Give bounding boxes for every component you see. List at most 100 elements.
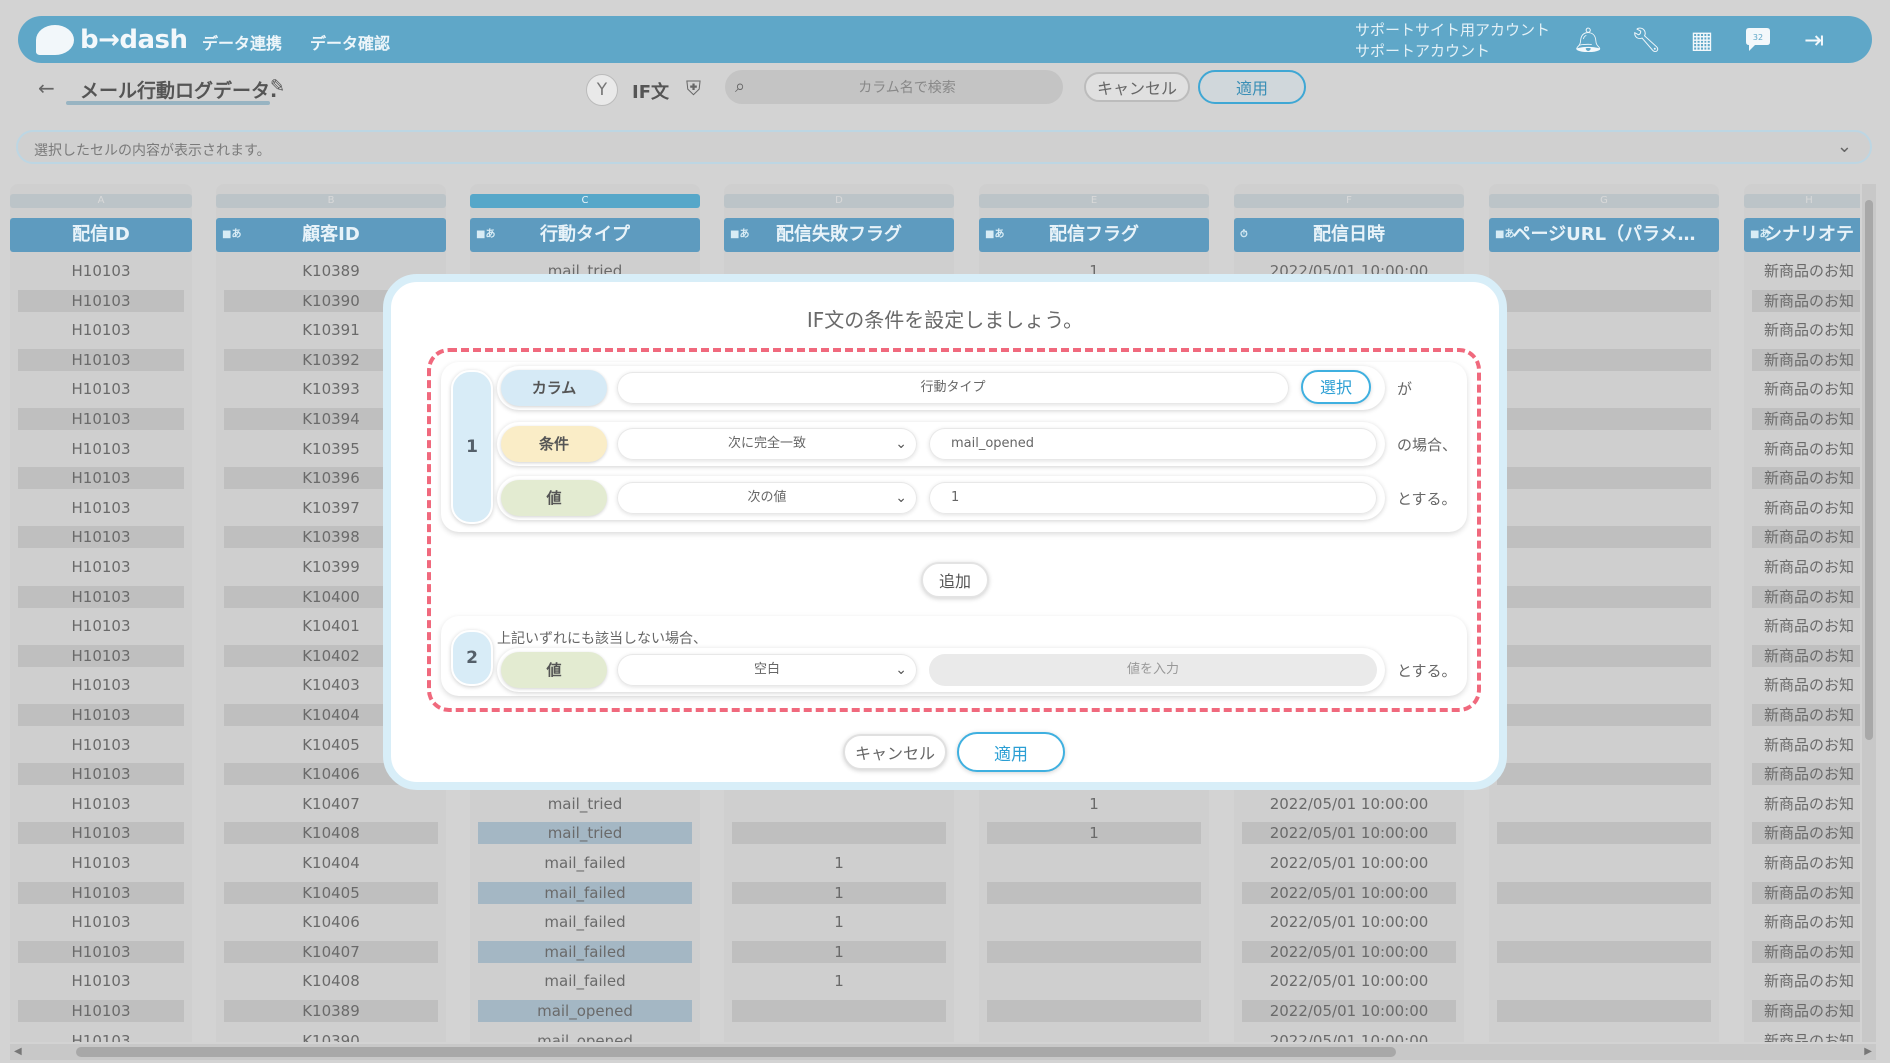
table-cell[interactable]: 新商品のお知 (1752, 644, 1860, 667)
table-cell[interactable]: 1 (987, 822, 1201, 845)
table-cell[interactable] (987, 911, 1201, 933)
toolbar-cancel-button[interactable]: キャンセル (1084, 72, 1190, 102)
table-cell[interactable]: 新商品のお知 (1752, 526, 1860, 549)
table-cell[interactable]: 2022/05/01 10:00:00 (1242, 852, 1456, 874)
table-cell[interactable]: 新商品のお知 (1752, 940, 1860, 963)
logout-icon[interactable]: ⇥ (1798, 25, 1830, 55)
table-cell[interactable]: 新商品のお知 (1752, 970, 1860, 992)
scroll-right-icon[interactable]: ▶ (1864, 1046, 1872, 1057)
chat-icon[interactable]: 32 (1742, 25, 1774, 55)
table-cell[interactable] (1497, 734, 1711, 756)
table-cell[interactable]: 2022/05/01 10:00:00 (1242, 970, 1456, 992)
chevron-down-icon[interactable]: ⌄ (1837, 136, 1852, 157)
table-cell[interactable]: H10103 (18, 467, 184, 490)
table-cell[interactable] (1497, 260, 1711, 282)
table-cell[interactable]: mail_failed (478, 852, 692, 874)
column-header[interactable]: ■あ シナリオテ (1744, 218, 1860, 252)
match-value-input[interactable]: mail_opened (929, 428, 1377, 460)
table-cell[interactable] (1497, 793, 1711, 815)
table-cell[interactable]: H10103 (18, 348, 184, 371)
else-value-input[interactable]: 値を入力 (929, 654, 1377, 686)
table-cell[interactable]: 新商品のお知 (1752, 704, 1860, 726)
table-cell[interactable] (1497, 408, 1711, 430)
table-cell[interactable] (732, 1000, 946, 1022)
table-cell[interactable]: K10407 (224, 940, 438, 963)
horizontal-scrollbar[interactable]: ◀ ▶ (10, 1044, 1876, 1060)
table-cell[interactable]: 新商品のお知 (1752, 763, 1860, 786)
table-cell[interactable]: 1 (732, 970, 946, 992)
column-field[interactable]: 行動タイプ (617, 372, 1289, 404)
table-cell[interactable]: 1 (732, 852, 946, 874)
table-cell[interactable] (732, 822, 946, 845)
table-cell[interactable]: H10103 (18, 497, 184, 519)
table-cell[interactable]: H10103 (18, 911, 184, 933)
table-cell[interactable] (1497, 881, 1711, 904)
table-cell[interactable]: H10103 (18, 615, 184, 637)
table-cell[interactable] (1497, 615, 1711, 637)
table-cell[interactable]: H10103 (18, 408, 184, 430)
cell-content-viewer[interactable]: 選択したセルの内容が表示されます。 ⌄ (16, 130, 1872, 164)
table-cell[interactable]: 2022/05/01 10:00:00 (1242, 881, 1456, 904)
table-cell[interactable]: 新商品のお知 (1752, 793, 1860, 815)
table-cell[interactable]: 新商品のお知 (1752, 1000, 1860, 1022)
table-cell[interactable] (1497, 438, 1711, 460)
table-cell[interactable]: H10103 (18, 319, 184, 341)
table-cell[interactable]: 新商品のお知 (1752, 378, 1860, 400)
column-letter[interactable]: D (724, 194, 954, 208)
table-cell[interactable]: 1 (732, 911, 946, 933)
back-arrow-icon[interactable]: ← (38, 76, 55, 100)
table-cell[interactable] (732, 1030, 946, 1042)
column-letter[interactable]: G (1489, 194, 1719, 208)
column-letter[interactable]: H (1744, 194, 1860, 208)
branch-icon[interactable]: Y (586, 74, 618, 106)
table-cell[interactable]: mail_opened (478, 1000, 692, 1022)
table-cell[interactable]: 新商品のお知 (1752, 319, 1860, 341)
table-cell[interactable]: 2022/05/01 10:00:00 (1242, 1030, 1456, 1042)
table-cell[interactable] (987, 940, 1201, 963)
table-cell[interactable]: K10390 (224, 1030, 438, 1042)
apps-grid-icon[interactable]: ▦ (1686, 25, 1718, 55)
column-letter[interactable]: E (979, 194, 1209, 208)
value-input[interactable]: 1 (929, 482, 1377, 514)
table-cell[interactable] (1497, 940, 1711, 963)
select-column-button[interactable]: 選択 (1301, 370, 1371, 404)
table-cell[interactable] (1497, 704, 1711, 726)
table-cell[interactable] (987, 852, 1201, 874)
add-condition-button[interactable]: 追加 (921, 562, 989, 598)
table-cell[interactable]: H10103 (18, 1000, 184, 1022)
column-header[interactable]: 配信ID (10, 218, 192, 252)
table-cell[interactable] (1497, 467, 1711, 490)
table-cell[interactable] (1497, 1030, 1711, 1042)
table-cell[interactable]: 新商品のお知 (1752, 408, 1860, 430)
else-value-mode-select[interactable]: 空白 ⌄ (617, 654, 917, 686)
table-cell[interactable]: 2022/05/01 10:00:00 (1242, 793, 1456, 815)
dialog-cancel-button[interactable]: キャンセル (843, 734, 947, 770)
table-cell[interactable]: mail_tried (478, 793, 692, 815)
table-cell[interactable]: 2022/05/01 10:00:00 (1242, 1000, 1456, 1022)
operator-select[interactable]: 次に完全一致 ⌄ (617, 428, 917, 460)
table-cell[interactable]: H10103 (18, 556, 184, 578)
table-cell[interactable]: mail_failed (478, 940, 692, 963)
app-logo[interactable]: b→dash (36, 23, 188, 57)
search-input[interactable] (765, 76, 1049, 100)
table-cell[interactable]: H10103 (18, 852, 184, 874)
column-header[interactable]: ■あ ページURL（パラメ… (1489, 218, 1719, 252)
table-cell[interactable]: 新商品のお知 (1752, 674, 1860, 696)
table-cell[interactable]: mail_opened (478, 1030, 692, 1042)
table-cell[interactable]: 1 (732, 940, 946, 963)
column-header[interactable]: ⏱ 配信日時 (1234, 218, 1464, 252)
scroll-left-icon[interactable]: ◀ (14, 1046, 22, 1057)
table-cell[interactable]: 新商品のお知 (1752, 289, 1860, 312)
table-cell[interactable] (987, 970, 1201, 992)
table-cell[interactable]: H10103 (18, 260, 184, 282)
table-cell[interactable] (1497, 378, 1711, 400)
column-search[interactable]: ⌕ (725, 70, 1063, 104)
table-cell[interactable] (1497, 911, 1711, 933)
table-cell[interactable]: K10406 (224, 911, 438, 933)
vertical-scrollbar[interactable] (1862, 184, 1876, 1042)
nav-data-integration[interactable]: データ連携 (202, 30, 282, 54)
table-cell[interactable] (1497, 556, 1711, 578)
table-cell[interactable]: H10103 (18, 734, 184, 756)
table-cell[interactable]: 新商品のお知 (1752, 260, 1860, 282)
table-cell[interactable]: 新商品のお知 (1752, 348, 1860, 371)
